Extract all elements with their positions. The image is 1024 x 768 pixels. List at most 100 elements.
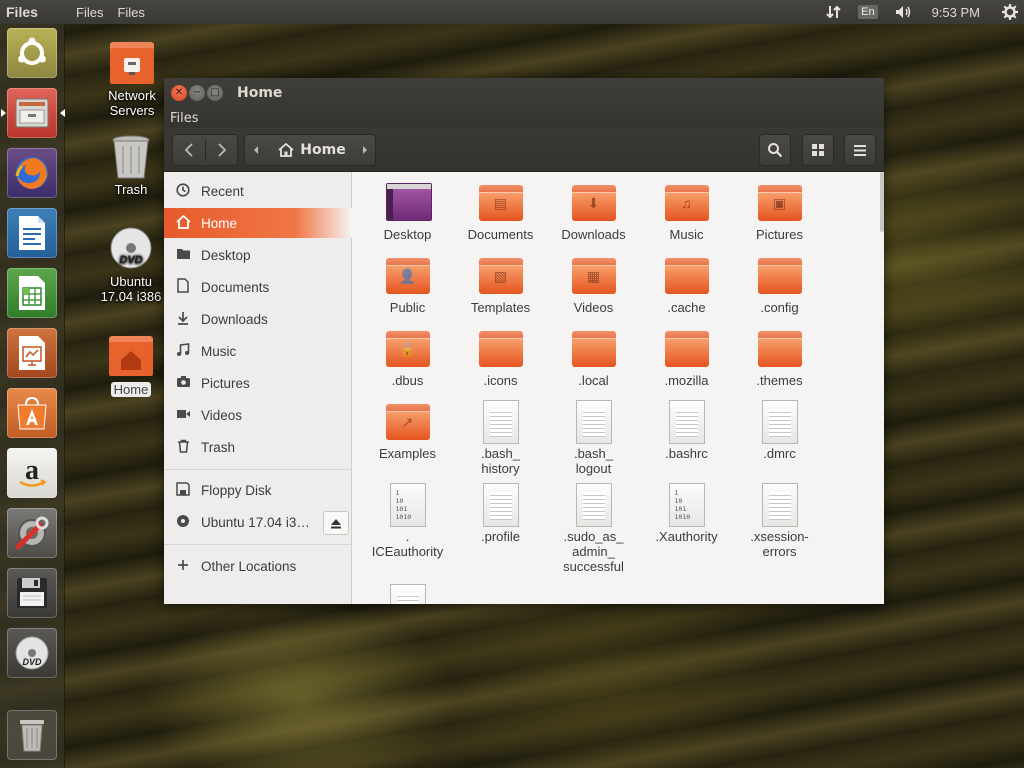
launcher-libreoffice-calc[interactable]	[7, 268, 57, 318]
launcher-system-settings[interactable]	[7, 508, 57, 558]
sidebar-item-label: Recent	[201, 183, 244, 199]
svg-text:a: a	[25, 455, 39, 486]
sidebar-item-recent[interactable]: Recent	[164, 176, 352, 206]
desktop-icon-network-servers[interactable]: Network Servers	[92, 40, 172, 118]
launcher-trash[interactable]	[7, 710, 57, 760]
file-item[interactable]: 🔒 .dbus	[361, 327, 454, 388]
app-menu-files[interactable]: Files	[170, 111, 199, 126]
folder-shape: ↗	[385, 404, 430, 440]
file-item[interactable]: 1 10 101 1010 . ICEauthority	[361, 483, 454, 559]
file-item[interactable]: .mozilla	[640, 327, 733, 388]
text-lines	[489, 492, 512, 520]
launcher-firefox[interactable]	[7, 148, 57, 198]
home-folder-icon	[107, 334, 155, 380]
keyboard-language-indicator[interactable]: En	[858, 5, 878, 19]
sidebar-item-desktop[interactable]: Desktop	[164, 240, 352, 270]
maximize-button[interactable]: □	[207, 85, 223, 101]
dvd-icon: DVD	[107, 226, 155, 272]
volume-icon[interactable]	[894, 4, 914, 20]
menu-files-2[interactable]: Files	[117, 5, 144, 20]
folder-shape	[757, 258, 802, 294]
file-item[interactable]: .cache	[640, 254, 733, 315]
file-item[interactable]: ♫ Music	[640, 181, 733, 242]
sidebar-item-pictures[interactable]: Pictures	[164, 368, 352, 398]
file-item[interactable]: .local	[547, 327, 640, 388]
file-item[interactable]: ⬇ Downloads	[547, 181, 640, 242]
sidebar-item-label: Trash	[201, 439, 236, 455]
file-item[interactable]: .bash_ logout	[547, 400, 640, 476]
document-page	[482, 400, 519, 444]
file-item[interactable]: .bash_ history	[454, 400, 547, 476]
sidebar-item-downloads[interactable]: Downloads	[164, 304, 352, 334]
amazon-icon: a	[19, 455, 47, 487]
launcher-libreoffice-writer[interactable]	[7, 208, 57, 258]
network-icon[interactable]	[826, 4, 842, 20]
file-item[interactable]: .profile	[454, 483, 547, 544]
path-scroll-right-icon[interactable]	[361, 145, 369, 155]
path-segment-home[interactable]: Home	[300, 142, 345, 158]
menu-button[interactable]	[844, 134, 876, 166]
file-label: Desktop	[383, 227, 432, 242]
home-icon	[173, 214, 193, 232]
file-item[interactable]: .sudo_as_ admin_ successful	[547, 483, 640, 574]
desktop-icon-home[interactable]: Home	[91, 334, 171, 397]
back-button[interactable]	[173, 135, 205, 165]
file-item[interactable]: ↗ Examples	[361, 400, 454, 461]
path-bar[interactable]: Home	[244, 134, 376, 166]
search-button[interactable]	[759, 134, 791, 166]
trash-icon	[173, 439, 193, 456]
file-item[interactable]: 1 10 101 1010 .Xauthority	[640, 483, 733, 544]
menu-files[interactable]: Files	[76, 5, 103, 20]
launcher-ubuntu-software[interactable]	[7, 388, 57, 438]
folder-icon	[756, 327, 804, 369]
launcher-amazon[interactable]: a	[7, 448, 57, 498]
sidebar-item-trash[interactable]: Trash	[164, 432, 352, 462]
text-file-icon	[570, 400, 618, 444]
file-item[interactable]: ▦ Videos	[547, 254, 640, 315]
file-item[interactable]: ▤ Documents	[454, 181, 547, 242]
folder-body	[757, 265, 802, 294]
navigation-buttons	[172, 134, 238, 166]
sidebar-item-videos[interactable]: Videos	[164, 400, 352, 430]
launcher-floppy[interactable]	[7, 568, 57, 618]
file-item[interactable]: ▣ Pictures	[733, 181, 826, 242]
file-item[interactable]: .config	[733, 254, 826, 315]
file-item[interactable]: .icons	[454, 327, 547, 388]
launcher-dvd[interactable]: DVD	[7, 628, 57, 678]
sidebar-item-home[interactable]: Home	[164, 208, 352, 238]
sidebar-item-documents[interactable]: Documents	[164, 272, 352, 302]
close-button[interactable]: ✕	[171, 85, 187, 101]
folder-body	[478, 338, 523, 367]
scrollbar[interactable]	[880, 172, 884, 232]
file-item[interactable]: ▧ Templates	[454, 254, 547, 315]
file-item[interactable]: 👤 Public	[361, 254, 454, 315]
title-bar[interactable]: ✕ − □ Home Files	[164, 78, 884, 128]
folder-icon	[477, 327, 525, 369]
minimize-button[interactable]: −	[189, 85, 205, 101]
grid-view-icon	[812, 144, 824, 156]
desktop-icon-ubuntu-dvd[interactable]: DVD Ubuntu 17.04 i386	[91, 226, 171, 304]
file-item[interactable]: .themes	[733, 327, 826, 388]
sidebar-item-ubuntu-disc[interactable]: Ubuntu 17.04 i3…	[164, 507, 320, 537]
desktop-icon-trash[interactable]: Trash	[91, 134, 171, 197]
sidebar-item-music[interactable]: Music	[164, 336, 352, 366]
launcher-ubuntu-dash[interactable]	[7, 28, 57, 78]
path-scroll-left-icon[interactable]	[252, 145, 260, 155]
launcher-files[interactable]	[1, 88, 65, 138]
file-item[interactable]: .dmrc	[733, 400, 826, 461]
sidebar-item-floppy-disk[interactable]: Floppy Disk	[164, 475, 352, 505]
view-toggle-button[interactable]	[802, 134, 834, 166]
folder-icon: ▦	[570, 254, 618, 296]
clock[interactable]: 9:53 PM	[932, 5, 980, 20]
file-label: Public	[389, 300, 426, 315]
text-lines	[582, 409, 605, 437]
sidebar-item-other-locations[interactable]: Other Locations	[164, 551, 352, 581]
file-item[interactable]: .bashrc	[640, 400, 733, 461]
forward-button[interactable]	[206, 135, 238, 165]
gear-icon[interactable]	[1002, 4, 1018, 20]
file-item[interactable]	[361, 584, 454, 604]
file-item[interactable]: Desktop	[361, 181, 454, 242]
launcher-libreoffice-impress[interactable]	[7, 328, 57, 378]
file-item[interactable]: .xsession- errors	[733, 483, 826, 559]
eject-button[interactable]	[323, 511, 349, 535]
